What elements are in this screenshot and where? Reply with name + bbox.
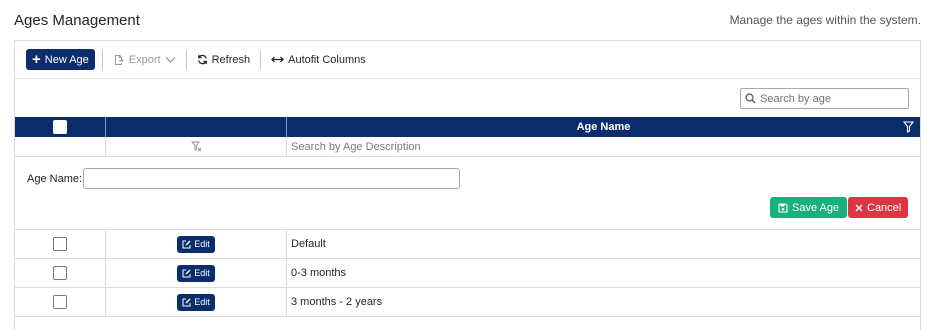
edit-button[interactable]: Edit	[177, 235, 215, 253]
filter-icon[interactable]	[903, 121, 914, 133]
column-header-label: Age Name	[576, 121, 631, 133]
row-select-cell	[15, 288, 106, 316]
table-row: Edit Default	[15, 230, 920, 259]
edit-icon	[182, 298, 191, 306]
page-header: Ages Management Manage the ages within t…	[14, 9, 921, 31]
search-input[interactable]	[760, 92, 900, 105]
row-actions-cell: Edit	[106, 288, 287, 316]
plus-icon: +	[32, 51, 41, 68]
table-row: Edit 3 months - 2 years	[15, 288, 920, 317]
autofit-columns-button[interactable]: Autofit Columns	[268, 54, 369, 66]
row-actions-cell: Edit	[106, 230, 287, 258]
export-icon	[114, 54, 124, 65]
save-icon	[778, 202, 788, 213]
edit-icon	[182, 240, 191, 248]
age-name-cell: Default	[291, 238, 326, 250]
page-subtitle: Manage the ages within the system.	[729, 13, 921, 27]
clear-filter-icon[interactable]	[190, 141, 202, 152]
cancel-button[interactable]: Cancel	[848, 197, 909, 218]
search-row	[15, 79, 920, 117]
filter-empty-cell	[15, 137, 106, 156]
edit-label: Edit	[194, 297, 210, 307]
refresh-label: Refresh	[211, 53, 251, 66]
clear-filter-cell	[106, 137, 287, 156]
header-select-cell	[15, 117, 106, 137]
close-icon	[855, 204, 863, 211]
header-actions-cell	[106, 117, 287, 137]
page-title: Ages Management	[14, 11, 140, 29]
age-edit-form: Age Name: Save Age Cancel	[15, 157, 920, 230]
refresh-button[interactable]: Refresh	[194, 54, 254, 66]
row-select-cell	[15, 230, 106, 258]
age-name-cell: 3 months - 2 years	[291, 296, 383, 308]
edit-button[interactable]: Edit	[177, 293, 215, 311]
column-header-age-name[interactable]: Age Name	[287, 117, 920, 137]
search-box[interactable]	[740, 88, 909, 109]
new-age-label: New Age	[44, 53, 89, 66]
grid-header-row: Age Name	[15, 117, 920, 137]
age-name-label: Age Name:	[27, 173, 83, 185]
row-checkbox[interactable]	[53, 266, 67, 280]
autofit-label: Autofit Columns	[288, 53, 366, 66]
select-all-checkbox[interactable]	[53, 120, 67, 134]
new-age-button[interactable]: + New Age	[26, 49, 95, 70]
row-checkbox[interactable]	[53, 295, 67, 309]
age-name-input[interactable]	[83, 168, 460, 189]
edit-button[interactable]: Edit	[177, 264, 215, 282]
edit-label: Edit	[194, 268, 210, 278]
save-age-button[interactable]: Save Age	[770, 197, 848, 218]
age-name-cell: 0-3 months	[291, 267, 347, 279]
edit-icon	[182, 269, 191, 277]
toolbar-divider	[101, 49, 103, 70]
autofit-icon	[271, 56, 285, 63]
row-select-cell	[15, 259, 106, 287]
search-icon	[745, 93, 756, 104]
row-checkbox[interactable]	[53, 237, 67, 251]
filter-row: Search by Age Description	[15, 137, 920, 157]
row-actions-cell: Edit	[106, 259, 287, 287]
chevron-down-icon	[165, 56, 176, 63]
age-description-filter[interactable]: Search by Age Description	[287, 137, 920, 156]
edit-label: Edit	[194, 239, 210, 249]
ages-grid: + New Age Export Refresh Autofit Columns…	[14, 40, 921, 330]
save-age-label: Save Age	[792, 201, 840, 214]
toolbar-divider	[260, 49, 262, 70]
cancel-label: Cancel	[867, 201, 902, 214]
export-button[interactable]: Export	[110, 54, 179, 66]
table-row: Edit 0-3 months	[15, 259, 920, 288]
export-label: Export	[128, 53, 161, 66]
refresh-icon	[197, 54, 207, 65]
grid-toolbar: + New Age Export Refresh Autofit Columns	[15, 41, 920, 79]
toolbar-divider	[185, 49, 187, 70]
